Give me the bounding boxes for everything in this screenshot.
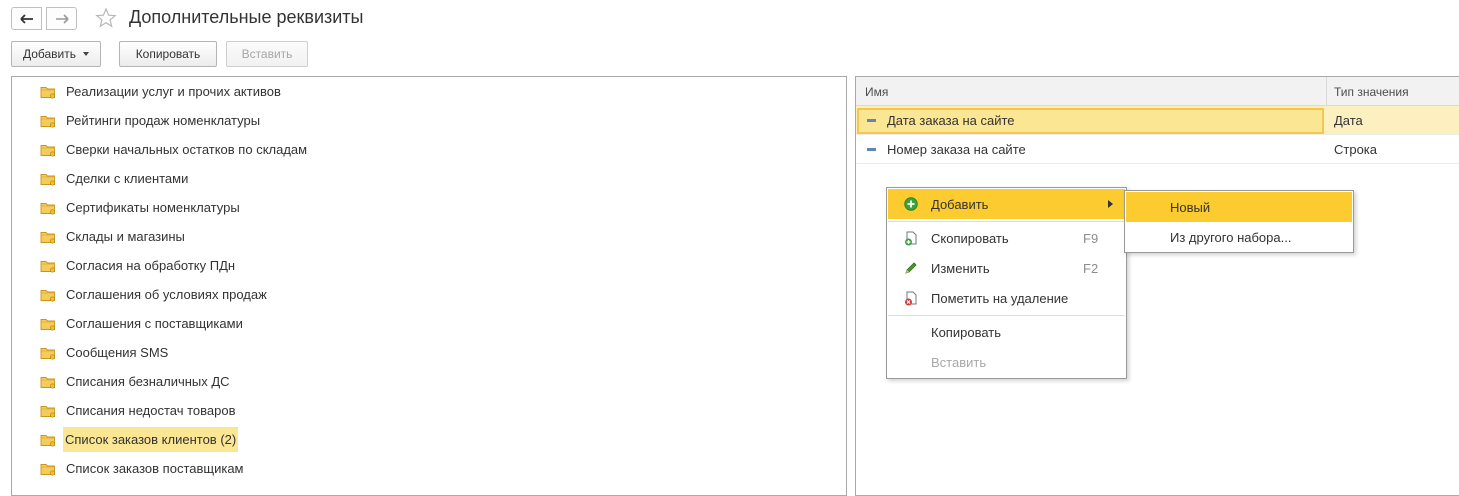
add-dropdown-button[interactable]: Добавить bbox=[11, 41, 101, 67]
menu-item-label: Добавить bbox=[931, 197, 989, 212]
submenu-item-new[interactable]: Новый bbox=[1126, 192, 1352, 222]
folder-icon bbox=[40, 201, 56, 218]
folder-icon bbox=[40, 375, 56, 392]
menu-item-edit[interactable]: Изменить F2 bbox=[888, 253, 1125, 283]
forward-button[interactable] bbox=[46, 7, 77, 30]
attribute-icon bbox=[867, 148, 876, 151]
tree-item[interactable]: Реализации услуг и прочих активов bbox=[12, 77, 842, 106]
tree-item-label: Список заказов клиентов (2) bbox=[63, 427, 239, 452]
back-button[interactable] bbox=[11, 7, 42, 30]
menu-item-label: Копировать bbox=[931, 325, 1001, 340]
menu-item-mark-delete[interactable]: Пометить на удаление bbox=[888, 283, 1125, 313]
copy-button[interactable]: Копировать bbox=[119, 41, 217, 67]
menu-item-add[interactable]: Добавить bbox=[888, 189, 1125, 219]
tree-item[interactable]: Сделки с клиентами bbox=[12, 164, 842, 193]
paste-button[interactable]: Вставить bbox=[226, 41, 308, 67]
folder-icon bbox=[40, 288, 56, 305]
submenu-item-from-other-set[interactable]: Из другого набора... bbox=[1126, 222, 1352, 252]
chevron-down-icon bbox=[83, 52, 90, 56]
tree-item[interactable]: Список заказов клиентов (2) bbox=[12, 425, 842, 454]
folder-icon bbox=[40, 346, 56, 363]
column-divider[interactable] bbox=[1326, 77, 1327, 106]
shortcut-label: F9 bbox=[1083, 231, 1099, 246]
tree-item-label: Сверки начальных остатков по складам bbox=[66, 142, 308, 157]
row-name: Дата заказа на сайте bbox=[887, 113, 1015, 128]
menu-item-copy[interactable]: Копировать bbox=[888, 317, 1125, 347]
folder-icon bbox=[40, 433, 56, 450]
tree-item-label: Склады и магазины bbox=[66, 229, 185, 244]
menu-item-paste[interactable]: Вставить bbox=[888, 347, 1125, 377]
context-menu: Добавить Скопировать F9 Изменить F2 Поме… bbox=[886, 187, 1127, 379]
chevron-right-icon bbox=[1108, 200, 1113, 208]
tree-item[interactable]: Соглашения с поставщиками bbox=[12, 309, 842, 338]
tree-item-label: Соглашения с поставщиками bbox=[66, 316, 243, 331]
table-row[interactable]: Номер заказа на сайте Строка bbox=[856, 135, 1459, 164]
tree-item[interactable]: Соглашения об условиях продаж bbox=[12, 280, 842, 309]
folder-icon bbox=[40, 172, 56, 189]
menu-divider bbox=[888, 221, 1125, 222]
menu-divider bbox=[888, 315, 1125, 316]
tree-item-label: Сообщения SMS bbox=[66, 345, 169, 360]
row-name: Номер заказа на сайте bbox=[887, 142, 1026, 157]
folder-icon bbox=[40, 143, 56, 160]
copy-icon bbox=[905, 231, 917, 246]
tree-item-label: Списания недостач товаров bbox=[66, 403, 236, 418]
tree-item-label: Соглашения об условиях продаж bbox=[66, 287, 267, 302]
menu-item-label: Скопировать bbox=[931, 231, 1009, 246]
menu-item-copy-element[interactable]: Скопировать F9 bbox=[888, 223, 1125, 253]
folder-icon bbox=[40, 404, 56, 421]
folder-icon bbox=[40, 462, 56, 479]
folder-icon bbox=[40, 114, 56, 131]
folder-icon bbox=[40, 317, 56, 334]
copy-button-label: Копировать bbox=[135, 47, 201, 61]
tree-item[interactable]: Списания безналичных ДС bbox=[12, 367, 842, 396]
shortcut-label: F2 bbox=[1083, 261, 1099, 276]
submenu-item-label: Новый bbox=[1170, 200, 1211, 215]
tree-item[interactable]: Список заказов поставщикам bbox=[12, 454, 842, 483]
column-header-type[interactable]: Тип значения bbox=[1334, 85, 1409, 99]
tree-item-label: Сделки с клиентами bbox=[66, 171, 189, 186]
object-tree-panel[interactable]: Реализации услуг и прочих активов Рейтинг… bbox=[11, 76, 847, 496]
attribute-icon bbox=[867, 119, 876, 122]
folder-icon bbox=[40, 85, 56, 102]
tree-item[interactable]: Сверки начальных остатков по складам bbox=[12, 135, 842, 164]
table-row[interactable]: Дата заказа на сайте Дата bbox=[856, 106, 1459, 135]
tree-item-label: Согласия на обработку ПДн bbox=[66, 258, 236, 273]
tree-item[interactable]: Сообщения SMS bbox=[12, 338, 842, 367]
arrow-right-icon bbox=[55, 13, 69, 24]
star-icon[interactable] bbox=[95, 7, 117, 29]
tree-item[interactable]: Списания недостач товаров bbox=[12, 396, 842, 425]
tree-item-label: Список заказов поставщикам bbox=[66, 461, 244, 476]
tree-item-label: Списания безналичных ДС bbox=[66, 374, 230, 389]
column-header-name[interactable]: Имя bbox=[865, 85, 888, 99]
tree-item-label: Сертификаты номенклатуры bbox=[66, 200, 240, 215]
menu-item-label: Пометить на удаление bbox=[931, 291, 1069, 306]
delete-mark-icon bbox=[905, 291, 917, 306]
tree-item[interactable]: Сертификаты номенклатуры bbox=[12, 193, 842, 222]
grid-header: Имя Тип значения bbox=[856, 77, 1459, 106]
menu-item-label: Вставить bbox=[931, 355, 987, 370]
add-button-label: Добавить bbox=[22, 47, 77, 61]
paste-button-label: Вставить bbox=[241, 47, 293, 61]
tree-item[interactable]: Рейтинги продаж номенклатуры bbox=[12, 106, 842, 135]
page-title: Дополнительные реквизиты bbox=[129, 7, 364, 27]
tree-item[interactable]: Согласия на обработку ПДн bbox=[12, 251, 842, 280]
add-submenu: Новый Из другого набора... bbox=[1124, 190, 1354, 253]
folder-icon bbox=[40, 259, 56, 276]
menu-item-label: Изменить bbox=[931, 261, 990, 276]
tree-item-label: Рейтинги продаж номенклатуры bbox=[66, 113, 261, 128]
row-type: Дата bbox=[1334, 113, 1363, 128]
submenu-item-label: Из другого набора... bbox=[1170, 230, 1292, 245]
folder-icon bbox=[40, 230, 56, 247]
tree-item[interactable]: Склады и магазины bbox=[12, 222, 842, 251]
pencil-icon bbox=[905, 262, 917, 274]
tree-item-label: Реализации услуг и прочих активов bbox=[66, 84, 281, 99]
arrow-left-icon bbox=[19, 13, 33, 24]
row-type: Строка bbox=[1334, 142, 1378, 157]
add-circle-icon bbox=[904, 197, 918, 211]
